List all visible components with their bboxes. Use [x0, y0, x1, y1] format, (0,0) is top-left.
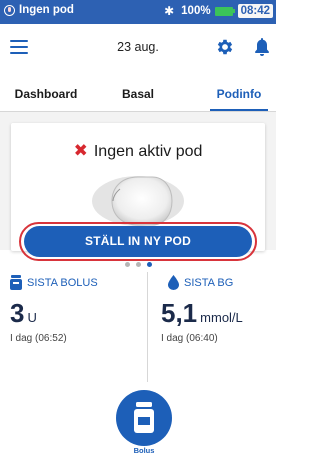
no-pod-text: Ingen aktiv pod — [93, 143, 203, 160]
app-screen: Ingen pod ✱ 100% 08:42 23 aug. Dashboard… — [0, 0, 276, 461]
close-x-icon: ✖ — [73, 141, 88, 160]
last-bolus-label: SISTA BOLUS — [10, 275, 98, 290]
tab-basal-label: Basal — [121, 87, 155, 101]
bluetooth-icon: ✱ — [164, 4, 175, 18]
last-bg-number: 5,1 — [161, 298, 198, 328]
last-bolus-label-text: SISTA BOLUS — [27, 276, 98, 289]
last-bolus-time: I dag (06:52) — [10, 333, 67, 344]
bell-icon[interactable] — [254, 37, 270, 57]
insulin-vial-icon — [134, 402, 154, 433]
status-title: Ingen pod — [19, 4, 74, 16]
toolbar: 23 aug. — [0, 24, 276, 70]
page-dot-active[interactable] — [146, 262, 152, 267]
tab-podinfo[interactable]: Podinfo — [210, 84, 268, 112]
status-bar: Ingen pod ✱ 100% 08:42 — [0, 0, 276, 24]
tab-basal[interactable]: Basal — [118, 84, 158, 112]
battery-icon — [214, 6, 235, 16]
status-left: Ingen pod — [4, 4, 74, 16]
tab-dashboard[interactable]: Dashboard — [12, 84, 80, 112]
last-bolus-number: 3 — [10, 298, 25, 328]
stats-divider — [147, 272, 148, 382]
no-pod-message: ✖ Ingen aktiv pod — [11, 141, 265, 161]
tab-dashboard-label: Dashboard — [14, 87, 78, 101]
tab-podinfo-label: Podinfo — [216, 87, 262, 101]
last-bg-time: I dag (06:40) — [161, 333, 218, 344]
status-time: 08:42 — [237, 4, 273, 18]
status-right: ✱ 100% 08:42 — [164, 4, 273, 18]
last-bg-unit: mmol/L — [200, 310, 243, 325]
blood-drop-icon — [168, 275, 179, 290]
setup-new-pod-button[interactable]: STÄLL IN NY POD — [24, 226, 252, 257]
pod-status-icon — [4, 4, 15, 16]
battery-percent: 100% — [181, 5, 211, 17]
bolus-button[interactable] — [116, 390, 172, 446]
page-indicator — [0, 254, 276, 272]
last-bolus-unit: U — [27, 310, 37, 325]
vial-icon — [10, 275, 22, 290]
pod-image — [92, 176, 184, 226]
page-dot[interactable] — [135, 262, 141, 267]
bolus-button-label: Bolus — [133, 446, 155, 455]
tab-bar: Dashboard Basal Podinfo — [0, 84, 276, 112]
last-bg-value: 5,1 mmol/L — [161, 300, 243, 331]
last-bg-label: SISTA BG — [168, 275, 233, 290]
page-dot[interactable] — [124, 262, 130, 267]
gear-icon[interactable] — [215, 37, 235, 57]
last-bg-label-text: SISTA BG — [184, 276, 234, 289]
last-bolus-value: 3U — [10, 300, 37, 331]
